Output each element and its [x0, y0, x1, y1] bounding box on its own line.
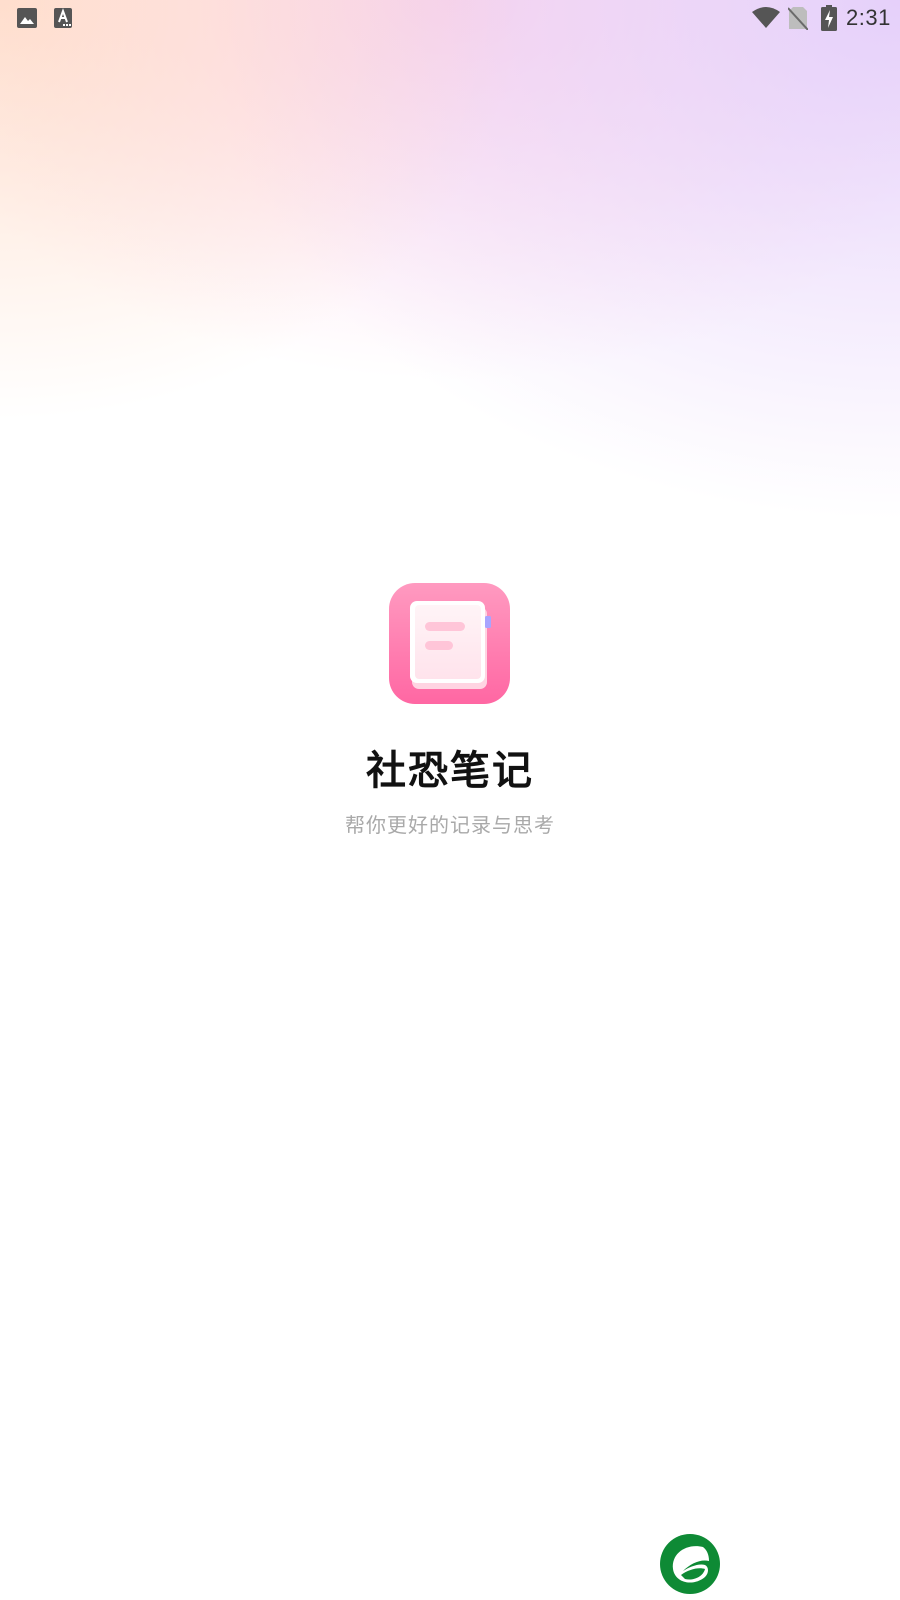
no-sim-icon [788, 7, 808, 30]
image-icon [17, 8, 37, 28]
status-clock: 2:31 [846, 5, 891, 30]
battery-charging-icon [821, 5, 837, 31]
app-name: 社恐笔记 [366, 748, 534, 794]
wifi-icon [752, 7, 780, 28]
text-a-icon [54, 8, 72, 28]
notebook-icon [389, 583, 510, 704]
leaf-g-logo-icon [660, 1534, 720, 1594]
app-tagline: 帮你更好的记录与思考 [345, 813, 555, 837]
splash-background [0, 0, 900, 1600]
status-bar: 2:31 [0, 0, 900, 36]
